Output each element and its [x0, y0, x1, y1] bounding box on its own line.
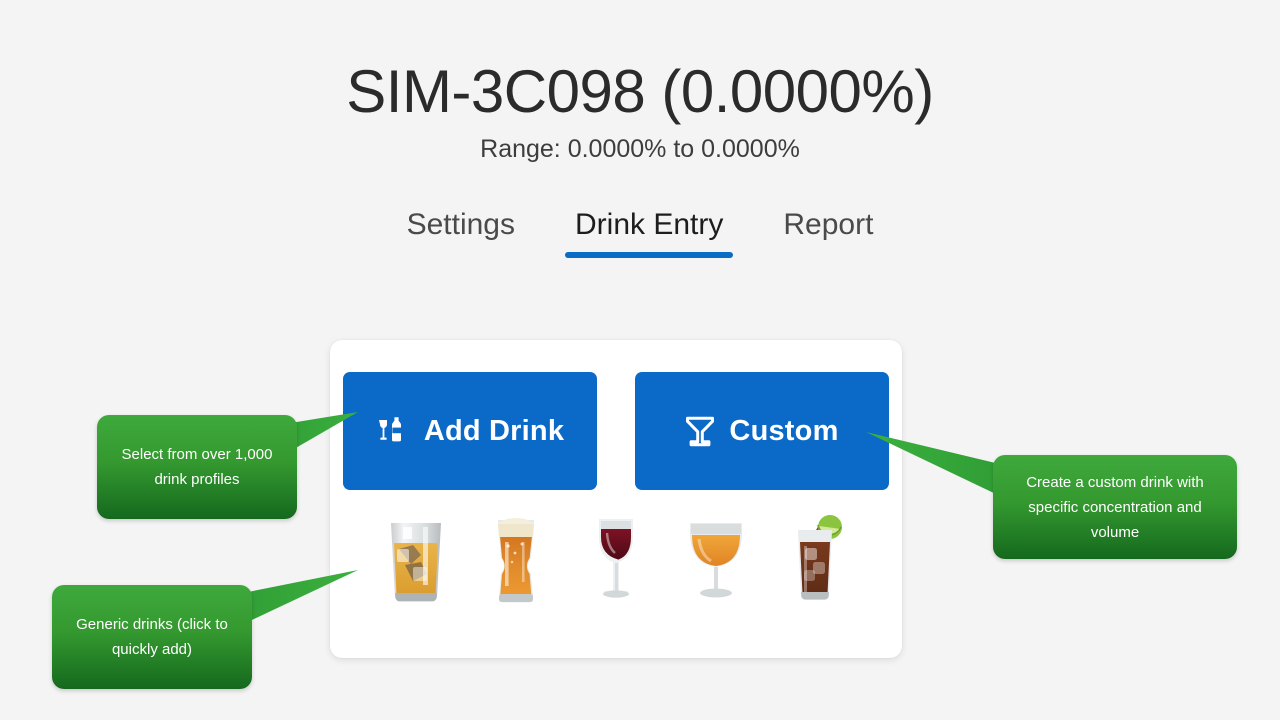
page-header: SIM-3C098 (0.0000%) Range: 0.0000% to 0.…: [0, 0, 1280, 164]
tab-drink-entry[interactable]: Drink Entry: [565, 206, 734, 258]
drink-entry-card: Add Drink Custom: [330, 340, 902, 658]
add-drink-button[interactable]: Add Drink: [343, 372, 597, 490]
quick-drink-wine[interactable]: [577, 512, 655, 608]
cocktail-highball-icon: [785, 512, 847, 608]
quick-drink-snifter[interactable]: [677, 512, 755, 608]
add-drink-button-label: Add Drink: [423, 414, 565, 447]
callout-add-drink-text: Select from over 1,000 drink profiles: [121, 446, 273, 488]
tab-bar: Settings Drink Entry Report: [0, 206, 1280, 258]
callout-generic-drinks-text: Generic drinks (click to quickly add): [76, 616, 228, 658]
tab-settings-label: Settings: [406, 208, 515, 242]
bottle-and-glass-icon: [376, 414, 410, 448]
tab-settings[interactable]: Settings: [397, 206, 525, 258]
quick-drink-beer[interactable]: [477, 512, 555, 608]
page-title: SIM-3C098 (0.0000%): [346, 58, 934, 125]
cocktail-glass-icon: [685, 415, 715, 447]
page-subtitle-range: Range: 0.0000% to 0.0000%: [480, 135, 800, 164]
tab-report[interactable]: Report: [773, 206, 883, 258]
tab-drink-entry-label: Drink Entry: [575, 208, 724, 242]
quick-drink-whiskey-tumbler[interactable]: [377, 512, 455, 608]
wine-glass-icon: [588, 513, 644, 607]
tab-report-label: Report: [783, 208, 874, 242]
primary-action-row: Add Drink Custom: [330, 340, 902, 490]
custom-drink-button-label: Custom: [729, 414, 839, 447]
callout-add-drink: Select from over 1,000 drink profiles: [97, 415, 297, 519]
callout-generic-drinks: Generic drinks (click to quickly add): [52, 585, 252, 689]
brandy-snifter-icon: [681, 513, 751, 607]
beer-glass-icon: [488, 514, 544, 606]
whiskey-tumbler-icon: [383, 515, 449, 605]
callout-custom-drink: Create a custom drink with specific conc…: [993, 455, 1237, 559]
quick-drink-row: [330, 512, 902, 608]
custom-drink-button[interactable]: Custom: [635, 372, 889, 490]
quick-drink-cocktail[interactable]: [777, 512, 855, 608]
callout-custom-drink-text: Create a custom drink with specific conc…: [1026, 473, 1204, 541]
